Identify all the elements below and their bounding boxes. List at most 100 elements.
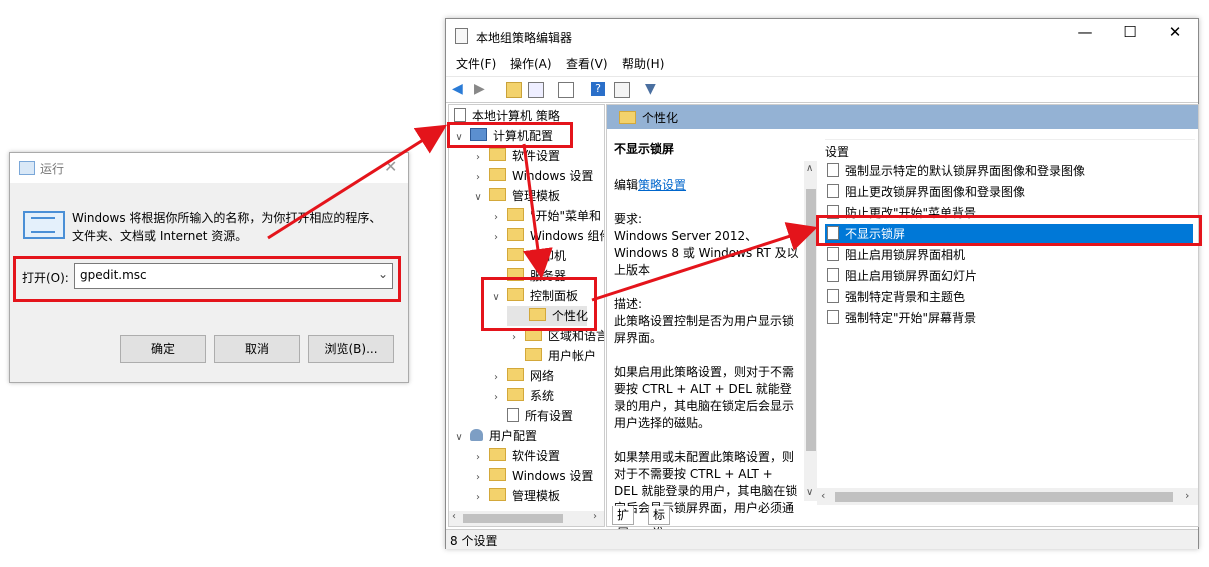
tree-item-software-settings[interactable]: › 软件设置 [471,146,560,166]
tab-standard[interactable]: 标准 [648,506,671,540]
tree-item-label: 网络 [530,369,555,383]
tree-item-label: 用户配置 [489,429,538,443]
policy-setting-icon [827,163,839,177]
chevron-right-icon[interactable]: › [471,488,485,508]
properties-icon[interactable] [614,82,630,98]
folder-icon [507,208,524,221]
menu-action[interactable]: 操作(A) [510,55,552,72]
tree-item-network[interactable]: › 网络 [489,366,554,386]
tree-item-user-accounts[interactable]: 用户帐户 [525,346,596,366]
chevron-right-icon[interactable]: › [471,468,485,488]
chevron-right-icon[interactable]: › [471,148,485,168]
scroll-thumb[interactable] [463,514,563,523]
setting-row[interactable]: 阻止更改锁屏界面图像和登录图像 [825,182,1193,202]
user-icon [470,429,483,441]
policy-setting-icon [827,247,839,261]
browse-button[interactable]: 浏览(B)... [308,335,394,363]
run-title-bar: 运行 ✕ [10,153,408,183]
help-icon[interactable]: ? [591,82,605,96]
highlight-command-input [13,256,401,302]
folder-icon [507,368,524,381]
tree-item-windows-components[interactable]: › Windows 组件 [489,226,604,248]
close-icon[interactable]: ✕ [1160,23,1190,45]
filter-icon[interactable]: ▼ [645,82,659,96]
description-text-1: 此策略设置控制是否为用户显示锁屏界面。 [614,314,795,345]
edit-policy-link[interactable]: 策略设置 [638,178,686,192]
list-divider [825,139,1195,140]
tree-item-user-admin-templates[interactable]: › 管理模板 [471,486,560,506]
scroll-thumb[interactable] [835,492,1173,502]
status-bar: 8 个设置 [446,529,1198,549]
highlight-setting [816,215,1202,246]
menu-file[interactable]: 文件(F) [456,55,496,72]
chevron-down-icon[interactable]: ∨ [452,428,466,448]
up-folder-icon[interactable] [506,82,522,98]
export-list-icon[interactable] [558,82,574,98]
policy-heading: 不显示锁屏 [614,142,675,156]
chevron-right-icon[interactable]: › [489,388,503,408]
chevron-left-icon[interactable]: ‹ [452,511,456,522]
folder-open-icon [619,111,636,124]
chevron-right-icon[interactable]: › [1185,489,1189,502]
chevron-right-icon[interactable]: › [471,168,485,188]
folder-icon [489,468,506,481]
tree-item-user-software-settings[interactable]: › 软件设置 [471,446,560,466]
tree-item-label: 本地计算机 策略 [472,109,560,123]
folder-icon [489,448,506,461]
chevron-right-icon[interactable]: › [507,328,521,348]
setting-row[interactable]: 阻止启用锁屏界面幻灯片 [825,266,1193,286]
setting-label: 阻止启用锁屏界面幻灯片 [845,269,978,283]
setting-row[interactable]: 强制显示特定的默认锁屏界面图像和登录图像 [825,161,1193,181]
chevron-left-icon[interactable]: ‹ [821,489,825,502]
folder-icon [507,388,524,401]
gpedit-app-icon [455,28,468,44]
tree-item-user-windows-settings[interactable]: › Windows 设置 [471,466,593,486]
setting-row[interactable]: 阻止启用锁屏界面相机 [825,245,1193,265]
close-icon[interactable]: ✕ [384,157,397,176]
tab-extended[interactable]: 扩展 [612,506,635,540]
menu-help[interactable]: 帮助(H) [622,55,664,72]
tree-item-start-menu[interactable]: › "开始"菜单和 [489,206,601,226]
tree-item-label: 管理模板 [512,189,561,203]
chevron-up-icon[interactable]: ∧ [806,163,813,174]
description-vertical-scrollbar[interactable]: ∧ ∨ [804,161,818,501]
tree-item-windows-settings[interactable]: › Windows 设置 [471,166,593,186]
chevron-right-icon[interactable]: › [593,511,597,522]
cancel-button[interactable]: 取消 [214,335,300,363]
chevron-right-icon[interactable]: › [489,208,503,228]
requirements-label: 要求: [614,212,643,226]
chevron-right-icon[interactable]: › [489,368,503,388]
forward-arrow-icon[interactable]: ▶ [474,82,488,96]
chevron-down-icon[interactable]: ∨ [471,188,485,208]
setting-label: 强制特定"开始"屏幕背景 [845,311,977,325]
show-hide-tree-icon[interactable] [528,82,544,98]
tree-item-printers[interactable]: 打印机 [507,246,566,266]
run-description: Windows 将根据你所输入的名称，为你打开相应的程序、文件夹、文档或 Int… [72,211,382,243]
chevron-right-icon[interactable]: › [489,228,503,248]
ok-button[interactable]: 确定 [120,335,206,363]
window-title: 本地组策略编辑器 [476,31,573,45]
maximize-icon[interactable]: ☐ [1115,23,1145,45]
highlight-control-panel [481,277,597,331]
policy-setting-icon [827,184,839,198]
minimize-icon[interactable]: — [1070,23,1100,45]
settings-column-header[interactable]: 设置 [825,143,849,160]
setting-row[interactable]: 强制特定背景和主题色 [825,287,1193,307]
settings-list: 设置 强制显示特定的默认锁屏界面图像和登录图像 阻止更改锁屏界面图像和登录图像 … [817,129,1198,509]
tree-horizontal-scrollbar[interactable]: ‹ › [449,511,604,526]
chevron-right-icon[interactable]: › [471,448,485,468]
setting-row[interactable]: 强制特定"开始"屏幕背景 [825,308,1193,328]
tree-item-system[interactable]: › 系统 [489,386,554,406]
back-arrow-icon[interactable]: ◀ [452,82,466,96]
description-pane: 不显示锁屏 编辑策略设置 要求: Windows Server 2012、Win… [607,129,818,515]
run-title: 运行 [40,162,65,176]
tree-item-all-settings[interactable]: 所有设置 [507,406,573,426]
tree-item-label: 管理模板 [512,489,561,503]
chevron-down-icon[interactable]: ∨ [806,487,813,498]
tree-item-user-config[interactable]: ∨ 用户配置 [452,426,537,446]
list-horizontal-scrollbar[interactable]: ‹ › [817,488,1198,505]
policy-icon [454,108,466,122]
scroll-thumb[interactable] [806,189,816,451]
tree-item-admin-templates[interactable]: ∨ 管理模板 [471,186,560,206]
menu-view[interactable]: 查看(V) [566,55,608,72]
